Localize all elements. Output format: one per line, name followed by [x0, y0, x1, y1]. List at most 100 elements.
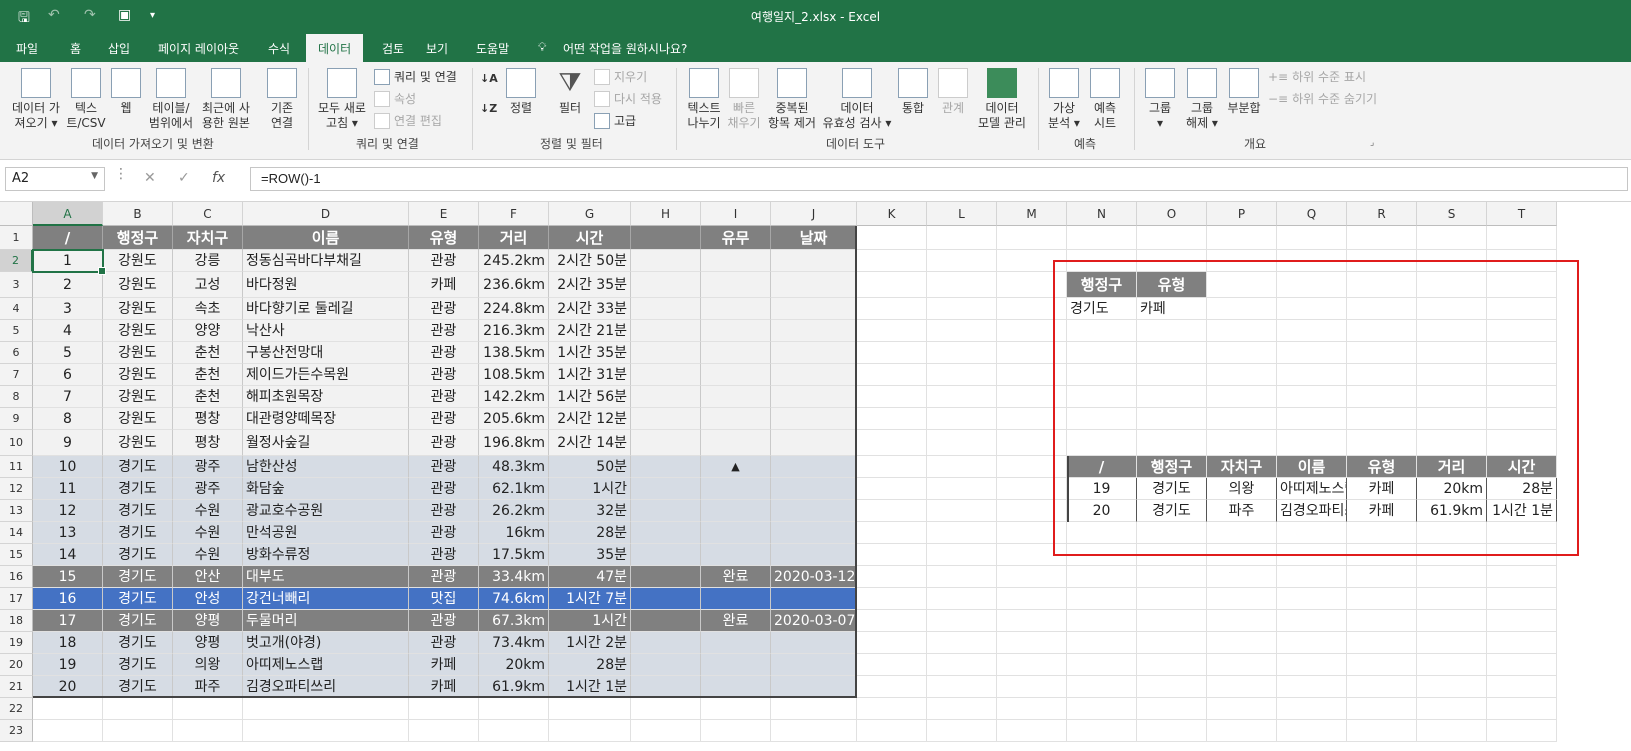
queries-connections-button[interactable]: 쿼리 및 연결	[374, 68, 457, 85]
empty-cell[interactable]	[1417, 342, 1487, 364]
empty-cell[interactable]	[1207, 408, 1277, 430]
table-cell-time[interactable]: 2시간 50분	[549, 250, 631, 272]
table-cell-date[interactable]	[771, 500, 857, 522]
row-header-19[interactable]: 19	[0, 632, 33, 654]
empty-cell[interactable]	[1137, 544, 1207, 566]
empty-cell[interactable]	[1487, 364, 1557, 386]
result-header-no[interactable]: /	[1067, 456, 1137, 478]
empty-cell[interactable]	[927, 298, 997, 320]
table-cell-time[interactable]: 2시간 21분	[549, 320, 631, 342]
table-header-status[interactable]: 유무	[701, 226, 771, 250]
from-web-button[interactable]: 웹	[110, 68, 142, 116]
empty-cell[interactable]	[1347, 676, 1417, 698]
table-cell-distance[interactable]: 205.6km	[479, 408, 549, 430]
table-cell-status[interactable]	[701, 676, 771, 698]
table-cell-status[interactable]	[701, 272, 771, 298]
table-cell-province[interactable]: 강원도	[103, 320, 173, 342]
sort-ascending-button[interactable]: ↓A	[480, 72, 498, 85]
empty-cell[interactable]	[927, 720, 997, 742]
empty-cell[interactable]	[1417, 610, 1487, 632]
table-cell-province[interactable]: 강원도	[103, 364, 173, 386]
empty-cell[interactable]	[1067, 544, 1137, 566]
empty-cell[interactable]	[1347, 720, 1417, 742]
empty-cell[interactable]	[857, 250, 927, 272]
column-header-m[interactable]: M	[997, 202, 1067, 226]
row-header-15[interactable]: 15	[0, 544, 33, 566]
column-header-b[interactable]: B	[103, 202, 173, 226]
tab-formulas[interactable]: 수식	[268, 40, 290, 57]
table-cell-name[interactable]: 구봉산전망대	[243, 342, 409, 364]
table-cell-time[interactable]: 35분	[549, 544, 631, 566]
empty-cell[interactable]	[1417, 588, 1487, 610]
empty-cell[interactable]	[1277, 676, 1347, 698]
result-header-time[interactable]: 시간	[1487, 456, 1557, 478]
empty-cell[interactable]	[1487, 588, 1557, 610]
empty-cell[interactable]	[1277, 408, 1347, 430]
empty-cell[interactable]	[927, 408, 997, 430]
empty-cell[interactable]	[1067, 676, 1137, 698]
table-cell-status[interactable]: 완료	[701, 610, 771, 632]
table-cell-district[interactable]: 춘천	[173, 364, 243, 386]
table-cell-date[interactable]	[771, 478, 857, 500]
empty-cell[interactable]	[1137, 342, 1207, 364]
empty-cell[interactable]	[1347, 364, 1417, 386]
table-cell-distance[interactable]: 224.8km	[479, 298, 549, 320]
empty-cell[interactable]	[1137, 676, 1207, 698]
empty-cell[interactable]	[771, 698, 857, 720]
empty-cell[interactable]	[1207, 698, 1277, 720]
empty-cell[interactable]	[1417, 654, 1487, 676]
empty-cell[interactable]	[997, 610, 1067, 632]
table-cell-type[interactable]: 관광	[409, 500, 479, 522]
empty-cell[interactable]	[997, 272, 1067, 298]
table-cell-district[interactable]: 수원	[173, 500, 243, 522]
empty-cell[interactable]	[857, 500, 927, 522]
cancel-icon[interactable]: ✕	[144, 170, 156, 186]
table-cell-name[interactable]: 바다정원	[243, 272, 409, 298]
table-cell-blank[interactable]	[631, 610, 701, 632]
empty-cell[interactable]	[1277, 588, 1347, 610]
row-header-3[interactable]: 3	[0, 272, 33, 298]
table-cell-blank[interactable]	[631, 544, 701, 566]
table-cell-distance[interactable]: 26.2km	[479, 500, 549, 522]
empty-cell[interactable]	[927, 544, 997, 566]
table-cell-no[interactable]: 9	[33, 430, 103, 456]
empty-cell[interactable]	[1137, 226, 1207, 250]
table-header-no[interactable]: /	[33, 226, 103, 250]
table-cell-distance[interactable]: 196.8km	[479, 430, 549, 456]
empty-cell[interactable]	[1347, 226, 1417, 250]
empty-cell[interactable]	[1067, 250, 1137, 272]
empty-cell[interactable]	[1277, 430, 1347, 456]
empty-cell[interactable]	[1067, 522, 1137, 544]
table-cell-name[interactable]: 김경오파티쓰리	[243, 676, 409, 698]
table-cell-name[interactable]: 대부도	[243, 566, 409, 588]
empty-cell[interactable]	[1137, 632, 1207, 654]
criteria-value-province[interactable]: 경기도	[1067, 298, 1137, 320]
empty-cell[interactable]	[1277, 386, 1347, 408]
criteria-value-type[interactable]: 카페	[1137, 298, 1207, 320]
tab-home[interactable]: 홈	[70, 40, 81, 57]
table-cell-no[interactable]: 10	[33, 456, 103, 478]
result-cell-no[interactable]: 20	[1067, 500, 1137, 522]
empty-cell[interactable]	[997, 654, 1067, 676]
empty-cell[interactable]	[1207, 676, 1277, 698]
table-cell-time[interactable]: 1시간 2분	[549, 632, 631, 654]
table-cell-distance[interactable]: 73.4km	[479, 632, 549, 654]
empty-cell[interactable]	[927, 456, 997, 478]
column-header-s[interactable]: S	[1417, 202, 1487, 226]
empty-cell[interactable]	[927, 430, 997, 456]
empty-cell[interactable]	[243, 720, 409, 742]
empty-cell[interactable]	[1277, 250, 1347, 272]
result-cell-distance[interactable]: 61.9km	[1417, 500, 1487, 522]
table-cell-name[interactable]: 만석공원	[243, 522, 409, 544]
table-cell-type[interactable]: 관광	[409, 544, 479, 566]
formula-input[interactable]: =ROW()-1	[250, 167, 1628, 191]
table-cell-status[interactable]	[701, 522, 771, 544]
table-cell-district[interactable]: 안산	[173, 566, 243, 588]
empty-cell[interactable]	[1067, 226, 1137, 250]
table-cell-district[interactable]: 광주	[173, 478, 243, 500]
row-header-10[interactable]: 10	[0, 430, 33, 456]
table-cell-district[interactable]: 강릉	[173, 250, 243, 272]
empty-cell[interactable]	[1207, 386, 1277, 408]
table-cell-status[interactable]	[701, 430, 771, 456]
table-cell-blank[interactable]	[631, 676, 701, 698]
